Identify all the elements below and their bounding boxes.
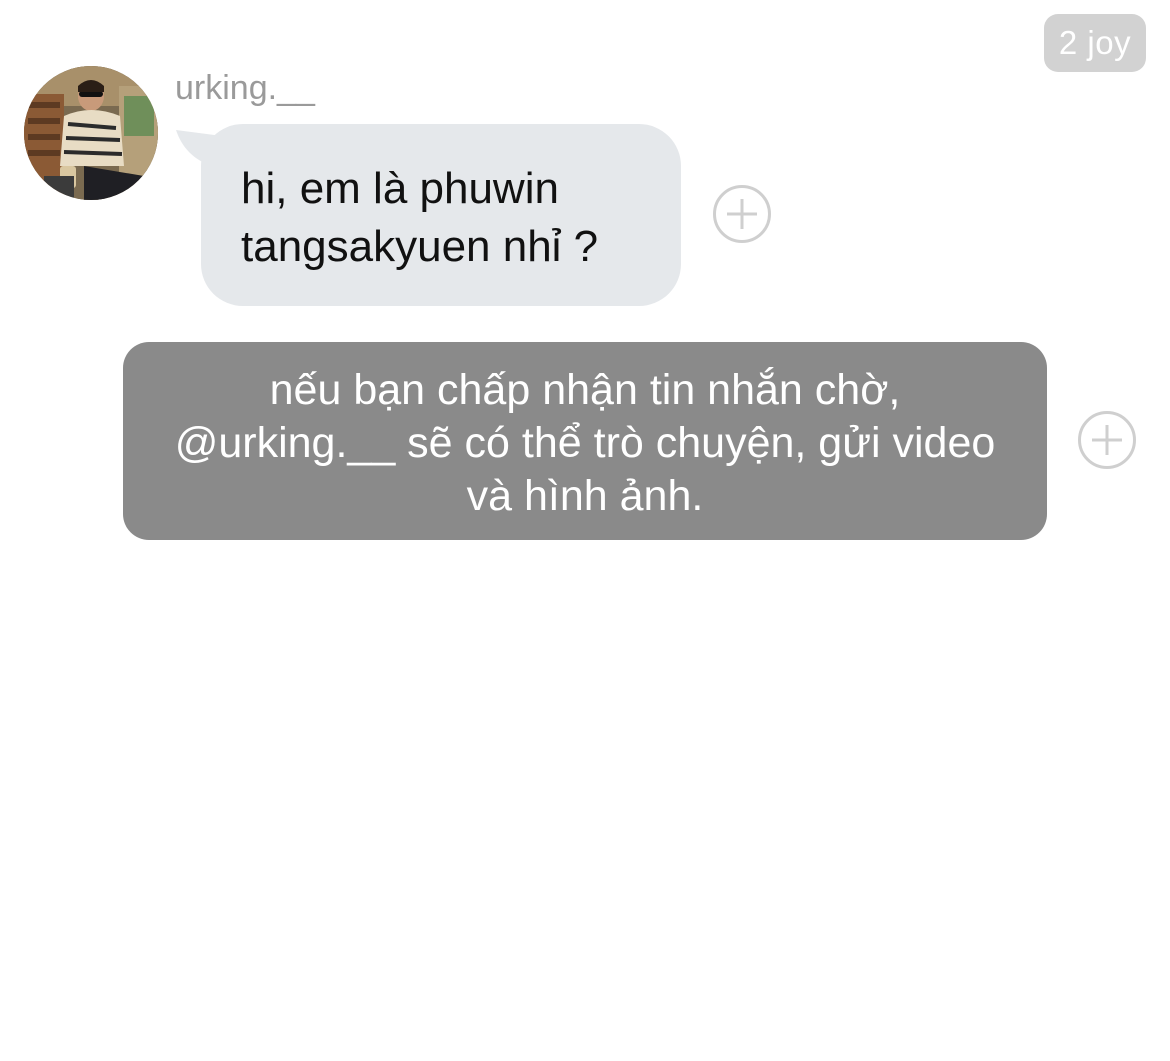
incoming-message-bubble[interactable]: hi, em là phuwin tangsakyuen nhỉ ?: [201, 124, 681, 306]
message-line: tangsakyuen nhỉ ?: [241, 222, 599, 271]
plus-circle-icon[interactable]: [713, 185, 771, 243]
timestamp-badge: 2 joy: [1044, 14, 1146, 72]
notice-line: nếu bạn chấp nhận tin nhắn chờ,: [269, 366, 901, 414]
avatar[interactable]: [24, 66, 158, 200]
notice-line: @urking.__ sẽ có thể trò chuyện, gửi vid…: [174, 419, 996, 467]
message-request-notice: nếu bạn chấp nhận tin nhắn chờ, @urking.…: [123, 342, 1047, 540]
plus-circle-icon[interactable]: [1078, 411, 1136, 469]
profile-photo: [24, 66, 158, 200]
message-line: hi, em là phuwin: [241, 164, 559, 213]
sender-username[interactable]: urking.__: [175, 68, 315, 108]
notice-line: và hình ảnh.: [466, 472, 704, 520]
